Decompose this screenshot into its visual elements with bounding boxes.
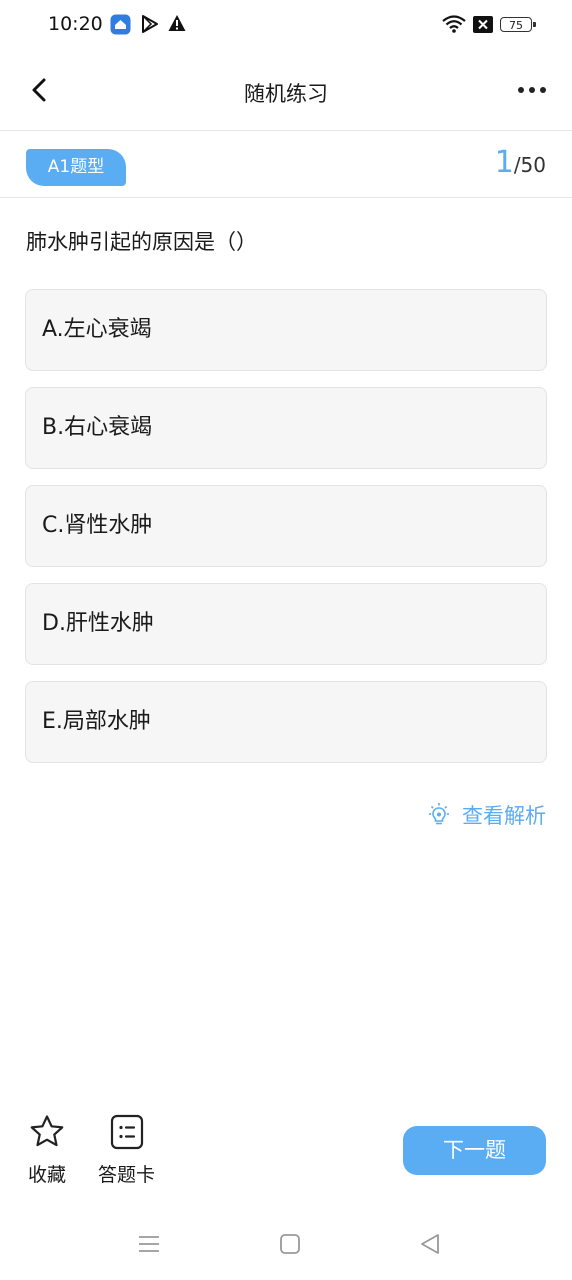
question-total: /50 bbox=[513, 153, 546, 177]
screen: 10:20 75 随机练习 A1题型 1/50 肺水肿引起的原因是（） A.左心… bbox=[0, 0, 572, 1280]
status-time: 10:20 bbox=[48, 13, 103, 35]
question-text: 肺水肿引起的原因是（） bbox=[26, 230, 257, 254]
view-analysis-link[interactable]: 查看解析 bbox=[426, 800, 546, 830]
system-navigation-bar bbox=[0, 1220, 572, 1270]
wifi-icon bbox=[442, 15, 466, 37]
option-a[interactable]: A.左心衰竭 bbox=[25, 289, 547, 371]
play-store-icon bbox=[141, 14, 159, 38]
answer-card-button[interactable]: 答题卡 bbox=[98, 1114, 155, 1187]
options-list: A.左心衰竭 B.右心衰竭 C.肾性水肿 D.肝性水肿 E.局部水肿 bbox=[25, 289, 547, 779]
more-button[interactable] bbox=[512, 82, 552, 98]
option-b[interactable]: B.右心衰竭 bbox=[25, 387, 547, 469]
home-icon[interactable] bbox=[278, 1232, 302, 1260]
answer-card-label: 答题卡 bbox=[98, 1164, 156, 1186]
warning-icon bbox=[168, 14, 186, 36]
option-d[interactable]: D.肝性水肿 bbox=[25, 583, 547, 665]
app-notification-icon bbox=[110, 14, 131, 39]
nav-bar: 随机练习 bbox=[0, 52, 572, 131]
option-e[interactable]: E.局部水肿 bbox=[25, 681, 547, 763]
battery-icon: 75 bbox=[500, 17, 536, 32]
next-question-button[interactable]: 下一题 bbox=[403, 1126, 546, 1175]
menu-icon[interactable] bbox=[137, 1232, 161, 1260]
question-type-badge: A1题型 bbox=[26, 149, 126, 186]
favorite-button[interactable]: 收藏 bbox=[28, 1114, 66, 1187]
star-icon bbox=[30, 1115, 64, 1147]
page-title: 随机练习 bbox=[244, 82, 328, 106]
more-dots-icon bbox=[518, 87, 546, 93]
no-sim-icon bbox=[473, 16, 493, 37]
option-c[interactable]: C.肾性水肿 bbox=[25, 485, 547, 567]
lightbulb-icon bbox=[429, 803, 449, 825]
favorite-label: 收藏 bbox=[28, 1164, 67, 1186]
view-analysis-label: 查看解析 bbox=[462, 804, 546, 828]
back-triangle-icon[interactable] bbox=[418, 1232, 442, 1260]
question-current-number: 1 bbox=[494, 145, 514, 180]
question-counter: 1/50 bbox=[495, 145, 546, 180]
status-bar: 10:20 75 bbox=[0, 0, 572, 52]
answer-card-icon bbox=[110, 1114, 143, 1150]
question-header: A1题型 1/50 bbox=[0, 131, 572, 198]
